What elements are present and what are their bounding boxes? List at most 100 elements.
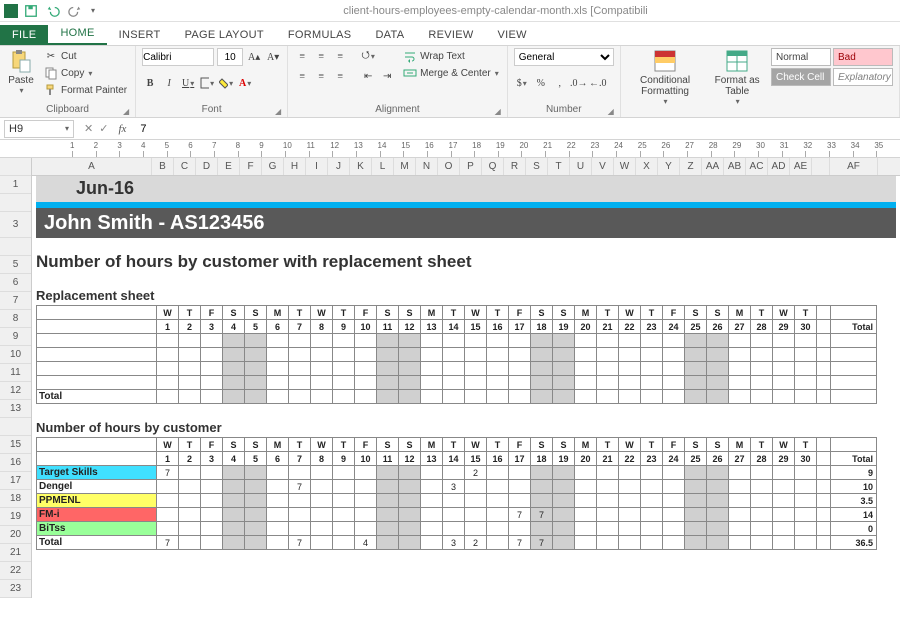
row-header[interactable]: 3 (0, 212, 31, 238)
column-header[interactable]: AF (830, 158, 878, 175)
column-header[interactable]: P (460, 158, 482, 175)
replacement-table[interactable]: WTFSSMTWTFSSMTWTFSSMTWTFSSMTWT1234567891… (36, 305, 877, 404)
tab-data[interactable]: DATA (363, 25, 416, 45)
column-header[interactable]: X (636, 158, 658, 175)
fill-color-button[interactable]: ▾ (218, 75, 234, 91)
undo-icon[interactable] (46, 4, 60, 18)
align-top-icon[interactable]: ≡ (294, 48, 310, 64)
worksheet-content[interactable]: ABCDEFGHIJKLMNOPQRSTUVWXYZAAABACADAEAF J… (32, 158, 900, 598)
column-header[interactable]: A (32, 158, 152, 175)
font-size-input[interactable] (217, 48, 243, 66)
column-header[interactable]: F (240, 158, 262, 175)
column-header[interactable]: W (614, 158, 636, 175)
column-header[interactable]: AE (790, 158, 812, 175)
enter-formula-icon[interactable]: ✓ (99, 122, 108, 135)
column-header[interactable]: O (438, 158, 460, 175)
row-header[interactable] (0, 418, 31, 436)
decrease-indent-icon[interactable]: ⇤ (360, 68, 376, 84)
paste-button[interactable]: Paste▾ (6, 48, 36, 96)
column-header[interactable]: I (306, 158, 328, 175)
row-header[interactable]: 21 (0, 544, 31, 562)
bold-button[interactable]: B (142, 75, 158, 91)
name-box-dropdown-icon[interactable]: ▾ (65, 124, 69, 133)
column-header[interactable]: AC (746, 158, 768, 175)
conditional-formatting-button[interactable]: Conditional Formatting▾ (627, 48, 704, 107)
row-header[interactable]: 19 (0, 508, 31, 526)
tab-page-layout[interactable]: PAGE LAYOUT (173, 25, 276, 45)
accounting-format-icon[interactable]: $▾ (514, 75, 530, 91)
tab-insert[interactable]: INSERT (107, 25, 173, 45)
cut-button[interactable]: ✂Cut (42, 48, 129, 64)
format-as-table-button[interactable]: Format as Table▾ (709, 48, 765, 107)
increase-decimal-icon[interactable]: .0→ (571, 75, 587, 91)
row-header[interactable]: 11 (0, 364, 31, 382)
tab-formulas[interactable]: FORMULAS (276, 25, 364, 45)
clipboard-dialog-launcher-icon[interactable]: ◢ (123, 107, 129, 116)
column-header[interactable]: K (350, 158, 372, 175)
number-dialog-launcher-icon[interactable]: ◢ (608, 107, 614, 116)
row-header[interactable]: 6 (0, 274, 31, 292)
row-header[interactable]: 20 (0, 526, 31, 544)
column-header[interactable]: AB (724, 158, 746, 175)
column-header[interactable]: S (526, 158, 548, 175)
column-header[interactable]: Z (680, 158, 702, 175)
copy-button[interactable]: Copy▾ (42, 65, 129, 81)
tab-review[interactable]: REVIEW (416, 25, 485, 45)
row-header[interactable]: 15 (0, 436, 31, 454)
font-dialog-launcher-icon[interactable]: ◢ (275, 107, 281, 116)
font-name-input[interactable] (142, 48, 214, 66)
column-header[interactable]: L (372, 158, 394, 175)
row-header[interactable]: 13 (0, 400, 31, 418)
cancel-formula-icon[interactable]: ✕ (84, 122, 93, 135)
align-bottom-icon[interactable]: ≡ (332, 48, 348, 64)
row-header[interactable]: 8 (0, 310, 31, 328)
customers-table[interactable]: WTFSSMTWTFSSMTWTFSSMTWTFSSMTWT1234567891… (36, 437, 877, 550)
orientation-icon[interactable]: ⭯▾ (360, 48, 376, 64)
row-header[interactable]: 18 (0, 490, 31, 508)
column-header[interactable]: E (218, 158, 240, 175)
decrease-decimal-icon[interactable]: ←.0 (590, 75, 606, 91)
row-header[interactable]: 7 (0, 292, 31, 310)
increase-indent-icon[interactable]: ⇥ (379, 68, 395, 84)
row-header[interactable]: 1 (0, 176, 31, 194)
style-bad[interactable]: Bad (833, 48, 893, 66)
align-right-icon[interactable]: ≡ (332, 68, 348, 84)
comma-format-icon[interactable]: , (552, 75, 568, 91)
column-header[interactable]: B (152, 158, 174, 175)
merge-center-button[interactable]: Merge & Center▾ (401, 65, 501, 81)
row-header[interactable]: 23 (0, 580, 31, 598)
row-header[interactable]: 10 (0, 346, 31, 364)
column-header[interactable]: U (570, 158, 592, 175)
row-header[interactable]: 17 (0, 472, 31, 490)
column-header[interactable]: G (262, 158, 284, 175)
number-format-select[interactable]: General (514, 48, 614, 66)
column-header[interactable]: H (284, 158, 306, 175)
column-header[interactable]: V (592, 158, 614, 175)
column-header[interactable]: Y (658, 158, 680, 175)
align-left-icon[interactable]: ≡ (294, 68, 310, 84)
row-header[interactable]: 9 (0, 328, 31, 346)
alignment-dialog-launcher-icon[interactable]: ◢ (495, 107, 501, 116)
column-header[interactable] (812, 158, 830, 175)
column-header[interactable]: AA (702, 158, 724, 175)
redo-icon[interactable] (68, 4, 82, 18)
wrap-text-button[interactable]: Wrap Text (401, 48, 501, 64)
column-header[interactable]: R (504, 158, 526, 175)
row-header[interactable]: 5 (0, 256, 31, 274)
column-header[interactable]: Q (482, 158, 504, 175)
style-normal[interactable]: Normal (771, 48, 831, 66)
column-header[interactable]: J (328, 158, 350, 175)
italic-button[interactable]: I (161, 75, 177, 91)
row-header[interactable]: 12 (0, 382, 31, 400)
decrease-font-icon[interactable]: A▾ (265, 49, 281, 65)
increase-font-icon[interactable]: A▴ (246, 49, 262, 65)
underline-button[interactable]: U▾ (180, 75, 196, 91)
column-header[interactable]: N (416, 158, 438, 175)
style-check-cell[interactable]: Check Cell (771, 68, 831, 86)
percent-format-icon[interactable]: % (533, 75, 549, 91)
tab-home[interactable]: HOME (48, 23, 106, 45)
borders-button[interactable]: ▾ (199, 75, 215, 91)
row-header[interactable]: 16 (0, 454, 31, 472)
align-middle-icon[interactable]: ≡ (313, 48, 329, 64)
formula-input[interactable] (136, 120, 900, 138)
